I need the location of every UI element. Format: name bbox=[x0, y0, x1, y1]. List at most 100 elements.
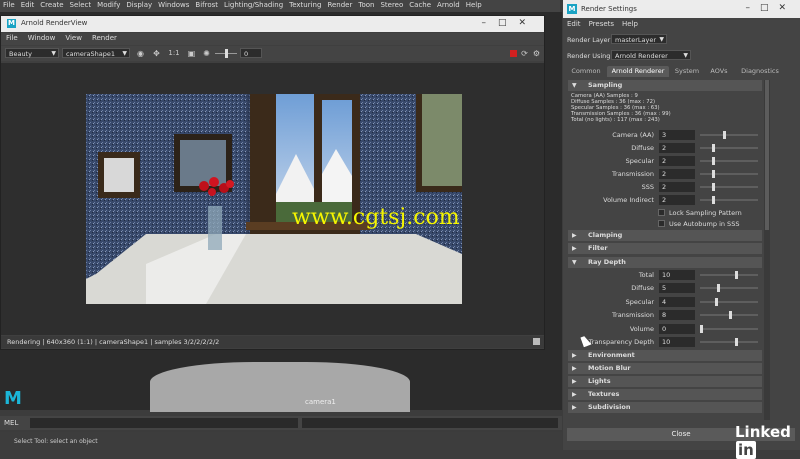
rs-menu-help[interactable]: Help bbox=[618, 19, 642, 29]
rv-menu-view[interactable]: View bbox=[60, 33, 87, 43]
render-layer-select[interactable]: masterLayer ▼ bbox=[611, 34, 667, 44]
menu-display[interactable]: Display bbox=[123, 0, 155, 10]
param-slider[interactable] bbox=[700, 341, 758, 343]
section-sampling[interactable]: ▼ Sampling bbox=[568, 80, 762, 91]
param-slider[interactable] bbox=[700, 199, 758, 201]
param-value-field[interactable]: 10 bbox=[659, 270, 695, 280]
param-slider-thumb[interactable] bbox=[715, 297, 718, 306]
param-value-field[interactable]: 0 bbox=[659, 323, 695, 334]
param-value-field[interactable]: 2 bbox=[659, 195, 695, 205]
param-value-field[interactable]: 10 bbox=[659, 337, 695, 347]
rv-menu-window[interactable]: Window bbox=[23, 33, 61, 43]
menu-windows[interactable]: Windows bbox=[155, 0, 192, 10]
rv-menu-file[interactable]: File bbox=[1, 33, 23, 43]
param-slider-thumb[interactable] bbox=[700, 324, 703, 333]
param-slider[interactable] bbox=[700, 287, 758, 290]
snapshot-icon[interactable] bbox=[533, 338, 540, 345]
param-value-field[interactable]: 4 bbox=[659, 296, 695, 307]
settings-scrollbar[interactable] bbox=[764, 80, 770, 420]
menu-modify[interactable]: Modify bbox=[94, 0, 123, 10]
menu-stereo[interactable]: Stereo bbox=[377, 0, 406, 10]
exposure-slider-thumb[interactable] bbox=[225, 49, 228, 58]
color-wheel-icon[interactable]: ◉ bbox=[136, 49, 145, 58]
camera-select[interactable]: cameraShape1 ▼ bbox=[62, 48, 130, 58]
param-value-field[interactable]: 5 bbox=[659, 283, 695, 294]
section-subdivision[interactable]: ▶ Subdivision bbox=[568, 402, 762, 413]
close-icon[interactable]: ✕ bbox=[778, 3, 796, 13]
stop-render-icon[interactable] bbox=[510, 50, 517, 57]
rs-menu-presets[interactable]: Presets bbox=[585, 19, 618, 29]
param-slider-thumb[interactable] bbox=[729, 311, 732, 320]
tab-common[interactable]: Common bbox=[567, 66, 605, 77]
param-value-field[interactable]: 2 bbox=[659, 182, 695, 192]
menu-edit[interactable]: Edit bbox=[18, 0, 38, 10]
render-using-select[interactable]: Arnold Renderer ▼ bbox=[611, 50, 691, 60]
aov-select[interactable]: Beauty ▼ bbox=[5, 48, 59, 58]
close-icon[interactable]: ✕ bbox=[518, 18, 538, 28]
menu-lighting-shading[interactable]: Lighting/Shading bbox=[221, 0, 286, 10]
ratio-label[interactable]: 1:1 bbox=[167, 49, 181, 58]
section-motion-blur[interactable]: ▶ Motion Blur bbox=[568, 363, 762, 374]
menu-toon[interactable]: Toon bbox=[355, 0, 377, 10]
tab-aovs[interactable]: AOVs bbox=[705, 66, 733, 77]
rs-menu-edit[interactable]: Edit bbox=[563, 19, 585, 29]
param-slider[interactable] bbox=[700, 160, 758, 162]
section-lights[interactable]: ▶ Lights bbox=[568, 376, 762, 387]
menu-help[interactable]: Help bbox=[463, 0, 485, 10]
autobump-sss-checkbox[interactable] bbox=[658, 220, 665, 227]
render-view-titlebar[interactable]: M Arnold RenderView –□✕ bbox=[1, 16, 544, 32]
param-slider[interactable] bbox=[700, 186, 758, 188]
menu-create[interactable]: Create bbox=[37, 0, 66, 10]
param-slider-thumb[interactable] bbox=[717, 284, 720, 293]
param-slider-thumb[interactable] bbox=[723, 131, 726, 139]
section-ray-depth[interactable]: ▼ Ray Depth bbox=[568, 257, 762, 268]
param-value-field[interactable]: 2 bbox=[659, 169, 695, 179]
param-slider[interactable] bbox=[700, 327, 758, 330]
render-settings-titlebar[interactable]: M Render Settings –□✕ bbox=[563, 0, 800, 18]
param-slider-thumb[interactable] bbox=[735, 271, 738, 279]
menu-bifrost[interactable]: Bifrost bbox=[192, 0, 221, 10]
minimize-icon[interactable]: – bbox=[745, 3, 760, 13]
channel-icon[interactable]: ✥ bbox=[152, 49, 161, 58]
param-slider[interactable] bbox=[700, 300, 758, 303]
param-slider-thumb[interactable] bbox=[735, 338, 738, 346]
maximize-icon[interactable]: □ bbox=[760, 3, 779, 13]
param-slider[interactable] bbox=[700, 147, 758, 149]
menu-file[interactable]: File bbox=[0, 0, 18, 10]
param-slider[interactable] bbox=[700, 274, 758, 276]
param-slider-thumb[interactable] bbox=[712, 144, 715, 152]
minimize-icon[interactable]: – bbox=[481, 18, 498, 28]
frame-icon[interactable]: ▣ bbox=[187, 49, 196, 58]
scrollbar-thumb[interactable] bbox=[765, 80, 769, 230]
param-slider-thumb[interactable] bbox=[712, 183, 715, 191]
menu-texturing[interactable]: Texturing bbox=[286, 0, 324, 10]
lock-sampling-pattern-checkbox[interactable] bbox=[658, 209, 665, 216]
param-slider-thumb[interactable] bbox=[712, 157, 715, 165]
menu-cache[interactable]: Cache bbox=[406, 0, 434, 10]
section-clamping[interactable]: ▶ Clamping bbox=[568, 230, 762, 241]
maximize-icon[interactable]: □ bbox=[498, 18, 519, 28]
param-value-field[interactable]: 2 bbox=[659, 156, 695, 166]
param-slider[interactable] bbox=[700, 134, 758, 136]
mel-input[interactable] bbox=[30, 418, 298, 428]
render-canvas[interactable] bbox=[1, 63, 544, 335]
param-value-field[interactable]: 8 bbox=[659, 310, 695, 321]
exposure-gear-icon[interactable]: ✺ bbox=[202, 49, 211, 58]
section-textures[interactable]: ▶ Textures bbox=[568, 389, 762, 400]
section-environment[interactable]: ▶ Environment bbox=[568, 350, 762, 361]
menu-render[interactable]: Render bbox=[324, 0, 355, 10]
param-slider-thumb[interactable] bbox=[712, 196, 715, 204]
rv-menu-render[interactable]: Render bbox=[87, 33, 122, 43]
tab-diagnostics[interactable]: Diagnostics bbox=[737, 66, 783, 77]
section-filter[interactable]: ▶ Filter bbox=[568, 243, 762, 254]
param-slider[interactable] bbox=[700, 173, 758, 175]
tab-arnold-renderer[interactable]: Arnold Renderer bbox=[607, 66, 669, 77]
param-slider-thumb[interactable] bbox=[712, 170, 715, 178]
menu-select[interactable]: Select bbox=[67, 0, 95, 10]
param-value-field[interactable]: 2 bbox=[659, 143, 695, 153]
refresh-icon[interactable]: ⟳ bbox=[520, 49, 529, 58]
tab-system[interactable]: System bbox=[671, 66, 703, 77]
settings-gear-icon[interactable]: ⚙ bbox=[532, 49, 541, 58]
mel-label[interactable]: MEL bbox=[4, 419, 18, 427]
exposure-field[interactable]: 0 bbox=[240, 48, 262, 58]
